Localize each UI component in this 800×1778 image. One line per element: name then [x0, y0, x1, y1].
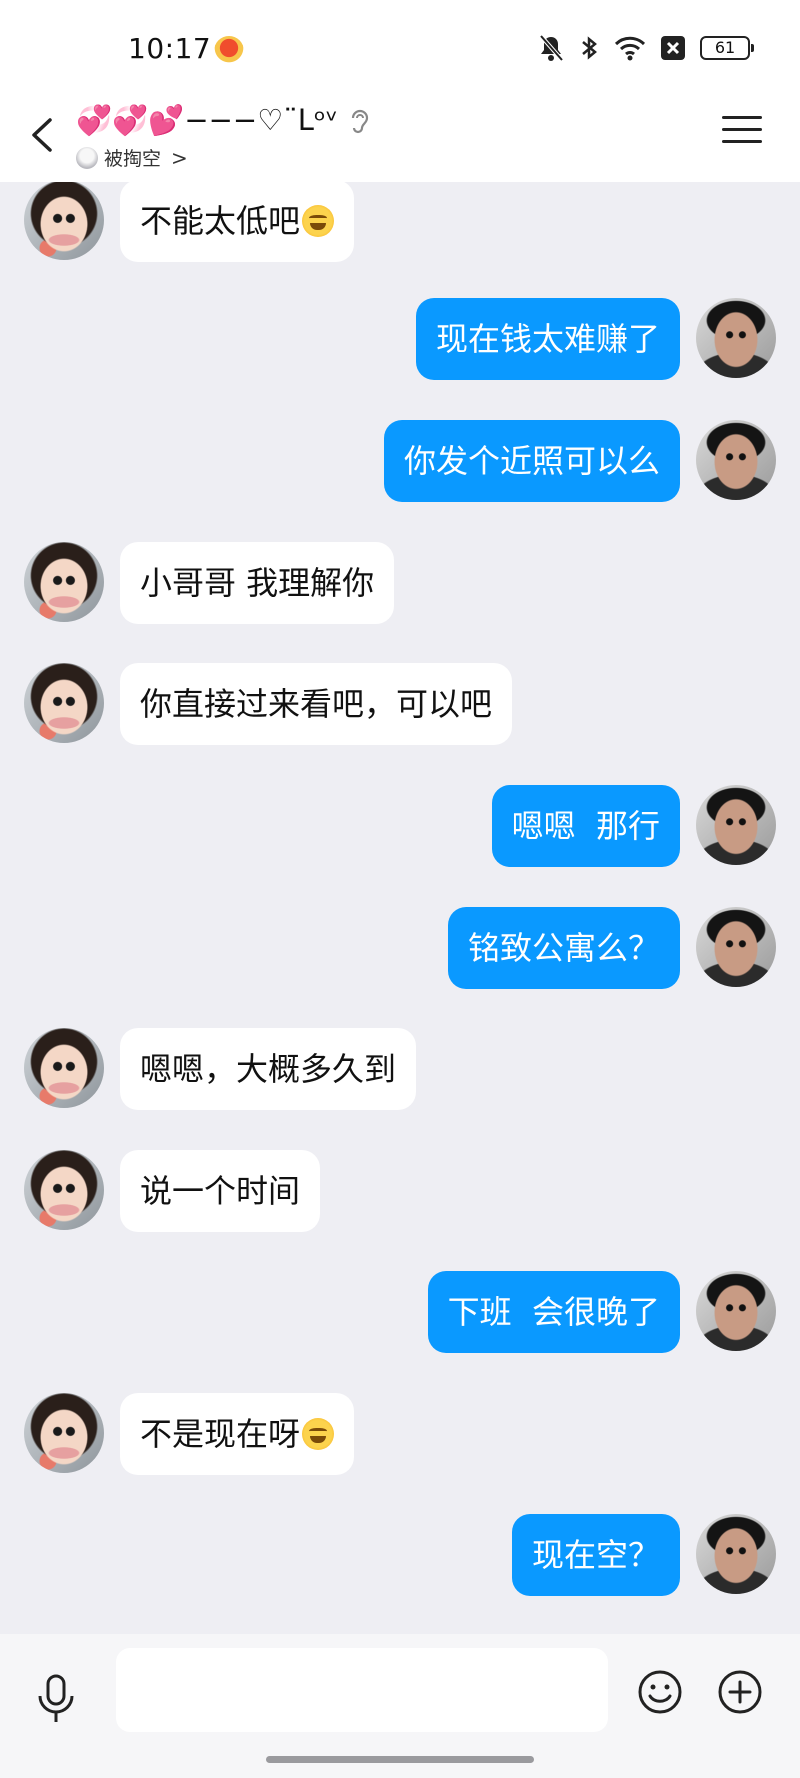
chat-title[interactable]: 💞💞💕−−−♡¨Lᵒᵛ 被掏空 >	[76, 100, 370, 171]
no-sim-icon	[661, 36, 685, 60]
message-text: 不能太低吧	[140, 202, 301, 240]
my-avatar[interactable]	[696, 298, 776, 378]
message-bubble[interactable]: 说一个时间	[120, 1150, 321, 1232]
message-bubble[interactable]: 不能太低吧	[120, 182, 355, 262]
contact-avatar[interactable]	[24, 542, 104, 622]
message-list[interactable]: 不能太低吧 现在钱太难赚了 你发个近照可以么 小哥哥 我理解你 你直接过来看吧，…	[0, 182, 800, 1634]
message-bubble[interactable]: 铭致公寓么？	[447, 907, 680, 989]
hand-over-mouth-emoji-icon	[302, 205, 335, 237]
my-avatar[interactable]	[696, 785, 776, 865]
grinning-emoji-icon	[302, 1418, 335, 1450]
battery-icon: 61	[700, 36, 754, 60]
contact-name: 💞💞💕−−−♡¨Lᵒᵛ	[76, 102, 338, 137]
message-sent: 现在空？	[0, 1514, 800, 1596]
message-bubble[interactable]: 嗯嗯 那行	[491, 785, 680, 867]
emoji-button[interactable]	[636, 1668, 684, 1716]
status-avatar	[76, 146, 98, 169]
contact-avatar[interactable]	[24, 1028, 104, 1108]
message-text: 说一个时间	[140, 1172, 301, 1210]
chat-header: 💞💞💕−−−♡¨Lᵒᵛ 被掏空 >	[0, 100, 800, 182]
message-received: 不是现在呀	[0, 1393, 800, 1475]
app-notification-icon	[214, 36, 244, 66]
message-received: 说一个时间	[0, 1150, 800, 1232]
voice-input-button[interactable]	[34, 1672, 78, 1726]
contact-avatar[interactable]	[24, 182, 104, 260]
message-input[interactable]	[116, 1648, 608, 1732]
message-bubble[interactable]: 现在空？	[511, 1514, 680, 1596]
back-button[interactable]	[22, 110, 62, 160]
message-received: 你直接过来看吧，可以吧	[0, 663, 800, 745]
message-sent: 铭致公寓么？	[0, 907, 800, 989]
message-text: 铭致公寓么？	[467, 929, 660, 967]
message-text: 现在钱太难赚了	[435, 320, 660, 358]
message-bubble[interactable]: 你直接过来看吧，可以吧	[120, 663, 513, 745]
status-time: 10:17	[128, 32, 212, 65]
message-received: 不能太低吧	[0, 182, 800, 262]
message-text: 嗯嗯 那行	[511, 807, 660, 845]
message-sent: 嗯嗯 那行	[0, 785, 800, 867]
menu-button[interactable]	[722, 116, 762, 150]
mute-bell-icon	[539, 34, 564, 62]
message-sent: 你发个近照可以么	[0, 420, 800, 502]
contact-avatar[interactable]	[24, 1393, 104, 1473]
message-bubble[interactable]: 你发个近照可以么	[383, 420, 680, 502]
message-sent: 现在钱太难赚了	[0, 298, 800, 380]
message-bubble[interactable]: 下班 会很晚了	[427, 1271, 680, 1353]
status-text: 被掏空	[104, 148, 162, 170]
menu-line	[722, 116, 762, 119]
message-bubble[interactable]: 嗯嗯，大概多久到	[120, 1028, 417, 1110]
my-avatar[interactable]	[696, 420, 776, 500]
message-received: 嗯嗯，大概多久到	[0, 1028, 800, 1110]
message-text: 现在空？	[531, 1536, 660, 1574]
message-bubble[interactable]: 小哥哥 我理解你	[120, 542, 395, 624]
message-text: 你直接过来看吧，可以吧	[140, 685, 493, 723]
bluetooth-icon	[582, 36, 597, 60]
status-bar: 10:17 61	[0, 0, 800, 100]
message-received: 小哥哥 我理解你	[0, 542, 800, 624]
message-bubble[interactable]: 不是现在呀	[120, 1393, 355, 1475]
contact-avatar[interactable]	[24, 663, 104, 743]
ear-icon	[351, 109, 369, 134]
my-avatar[interactable]	[696, 907, 776, 987]
more-options-button[interactable]	[716, 1668, 764, 1716]
message-text: 下班 会很晚了	[447, 1293, 660, 1331]
message-text: 小哥哥 我理解你	[140, 564, 375, 602]
message-text: 不是现在呀	[140, 1415, 301, 1453]
wifi-icon	[614, 36, 646, 61]
menu-line	[722, 128, 762, 131]
message-text: 你发个近照可以么	[403, 442, 660, 480]
status-icons: 61	[538, 34, 754, 62]
message-bubble[interactable]: 现在钱太难赚了	[415, 298, 680, 380]
message-sent: 下班 会很晚了	[0, 1271, 800, 1353]
chevron-right-icon: >	[171, 145, 188, 170]
menu-line	[722, 140, 762, 143]
home-indicator[interactable]	[266, 1756, 534, 1763]
my-avatar[interactable]	[696, 1514, 776, 1594]
contact-avatar[interactable]	[24, 1150, 104, 1230]
message-text: 嗯嗯，大概多久到	[140, 1050, 397, 1088]
my-avatar[interactable]	[696, 1271, 776, 1351]
